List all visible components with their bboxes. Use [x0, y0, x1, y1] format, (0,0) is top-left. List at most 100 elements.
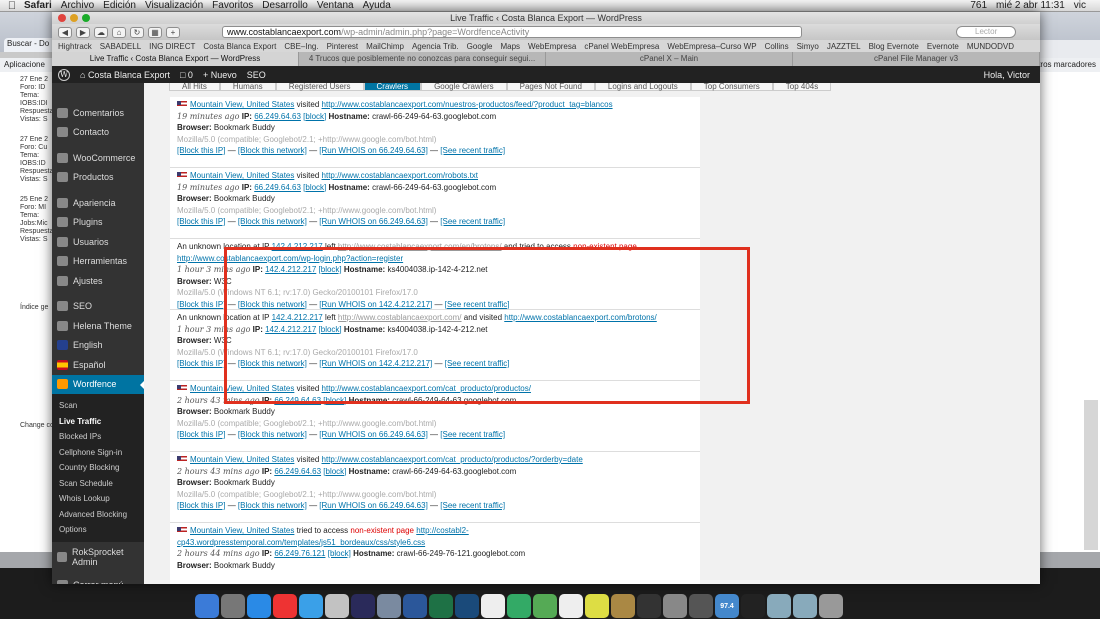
entry-ip-link[interactable]: 66.249.76.121 [274, 549, 325, 558]
address-bar[interactable]: www.costablancaexport.com/wp-admin/admin… [222, 26, 802, 38]
run-whois-link[interactable]: [Run WHOIS on 66.249.64.63] [319, 217, 428, 226]
see-recent-traffic-link[interactable]: [See recent traffic] [440, 146, 505, 155]
clock[interactable]: mié 2 abr 11:31 [996, 0, 1065, 11]
block-link[interactable]: [block] [319, 325, 342, 334]
sidebar-icon[interactable]: ▦ [148, 26, 162, 38]
finder-icon[interactable] [195, 594, 219, 618]
entry-location-link[interactable]: Mountain View, United States [190, 171, 294, 180]
history-icon[interactable]: ↻ [130, 26, 144, 38]
background-scrollbar[interactable] [1084, 400, 1098, 550]
reader-icon[interactable] [637, 594, 661, 618]
bookmark-item[interactable]: Maps [500, 42, 520, 51]
folder-b-icon[interactable] [793, 594, 817, 618]
change-link[interactable]: Change co [20, 422, 56, 430]
block-network-link[interactable]: [Block this network] [238, 359, 307, 368]
block-network-link[interactable]: [Block this network] [238, 146, 307, 155]
entry-url-link[interactable]: http://www.costablancaexport.com/cat_pro… [322, 455, 583, 464]
block-ip-link[interactable]: [Block this IP] [177, 501, 225, 510]
vm-icon[interactable]: 97.4 [715, 594, 739, 618]
run-whois-link[interactable]: [Run WHOIS on 142.4.212.217] [319, 359, 432, 368]
subtab-all-hits[interactable]: All Hits [169, 83, 220, 91]
menu-item-usuarios[interactable]: Usuarios [52, 232, 144, 252]
menu-item-woocommerce[interactable]: WooCommerce [52, 148, 144, 168]
menu-edicion[interactable]: Edición [103, 0, 145, 11]
subtab-logins-and-logouts[interactable]: Logins and Logouts [594, 83, 691, 91]
submenu-whois-lookup[interactable]: Whois Lookup [52, 491, 144, 507]
tasks-icon[interactable] [507, 594, 531, 618]
bookmark-item[interactable]: SABADELL [100, 42, 141, 51]
block-ip-link[interactable]: [Block this IP] [177, 217, 225, 226]
entry-location-link[interactable]: Mountain View, United States [190, 100, 294, 109]
subtab-top-consumers[interactable]: Top Consumers [690, 83, 773, 91]
entry-location-link[interactable]: Mountain View, United States [190, 384, 294, 393]
see-recent-traffic-link[interactable]: [See recent traffic] [440, 430, 505, 439]
block-link[interactable]: [block] [328, 549, 351, 558]
mail-app-icon[interactable] [377, 594, 401, 618]
block-ip-link[interactable]: [Block this IP] [177, 146, 225, 155]
bookmark-item[interactable]: Pinterest [327, 42, 359, 51]
forward-icon[interactable]: ▶ [76, 26, 90, 38]
entry-ip-link[interactable]: 66.249.64.63 [274, 467, 321, 476]
subtab-top-404s[interactable]: Top 404s [772, 83, 832, 91]
itunes-icon[interactable] [325, 594, 349, 618]
settings-app-icon[interactable] [663, 594, 687, 618]
block-ip-link[interactable]: [Block this IP] [177, 300, 225, 309]
entry-url-link[interactable]: http://www.costablancaexport.com/nuestro… [322, 100, 613, 109]
apps-shortcut[interactable]: Aplicacione [4, 60, 45, 69]
bookmark-item[interactable]: MailChimp [366, 42, 404, 51]
howdy-user[interactable]: Hola, Victor [984, 70, 1040, 80]
home-site-link[interactable]: ⌂ Costa Blanca Export [80, 70, 170, 80]
bookmark-item[interactable]: JAZZTEL [827, 42, 861, 51]
forum-index-link[interactable]: Índice ge [20, 304, 56, 312]
comments-count[interactable]: □ 0 [180, 70, 193, 80]
entry-ip-link[interactable]: 66.249.64.63 [254, 112, 301, 121]
menu-ventana[interactable]: Ventana [317, 0, 363, 11]
menu-item-comentarios[interactable]: Comentarios [52, 103, 144, 123]
see-recent-traffic-link[interactable]: [See recent traffic] [440, 501, 505, 510]
bookmark-item[interactable]: Google [467, 42, 493, 51]
trash-icon[interactable] [819, 594, 843, 618]
bookmark-item[interactable]: Costa Blanca Export [203, 42, 276, 51]
menu-item-plugins[interactable]: Plugins [52, 213, 144, 233]
safari-icon[interactable] [299, 594, 323, 618]
bookmark-item[interactable]: Simyo [797, 42, 819, 51]
tools-app-icon[interactable] [689, 594, 713, 618]
menu-ayuda[interactable]: Ayuda [363, 0, 400, 11]
entry-url-link[interactable]: http://www.costablancaexport.com/wp-logi… [177, 254, 403, 263]
bookmark-item[interactable]: cPanel WebEmpresa [584, 42, 659, 51]
block-link[interactable]: [block] [323, 467, 346, 476]
submenu-live-traffic[interactable]: Live Traffic [52, 414, 144, 430]
block-network-link[interactable]: [Block this network] [238, 501, 307, 510]
new-content-button[interactable]: + Nuevo [203, 70, 237, 80]
entry-location-link[interactable]: Mountain View, United States [190, 455, 294, 464]
launchpad-icon[interactable] [221, 594, 245, 618]
block-network-link[interactable]: [Block this network] [238, 430, 307, 439]
block-network-link[interactable]: [Block this network] [238, 300, 307, 309]
block-ip-link[interactable]: [Block this IP] [177, 430, 225, 439]
bookmark-item[interactable]: WebEmpresa–Curso WP [667, 42, 756, 51]
menu-item-wordfence[interactable]: Wordfence [52, 374, 144, 394]
bookmark-item[interactable]: Hightrack [58, 42, 92, 51]
menu-desarrollo[interactable]: Desarrollo [262, 0, 317, 11]
block-link[interactable]: [block] [323, 396, 346, 405]
tab-cpanel-main[interactable]: cPanel X – Main [546, 52, 793, 66]
menu-item-productos[interactable]: Productos [52, 168, 144, 188]
menu-favoritos[interactable]: Favoritos [212, 0, 262, 11]
tab-cpanel-file-manager[interactable]: cPanel File Manager v3 [793, 52, 1040, 66]
folder-a-icon[interactable] [767, 594, 791, 618]
menu-item-contacto[interactable]: Contacto [52, 123, 144, 143]
status-count[interactable]: 761 [970, 0, 987, 11]
entry-referrer-link[interactable]: http://www.costablancaexport.com/en/brot… [338, 242, 502, 251]
stickies-icon[interactable] [585, 594, 609, 618]
entry-location-link[interactable]: Mountain View, United States [190, 526, 294, 535]
background-tab[interactable]: Buscar - Do [4, 38, 56, 52]
menu-archivo[interactable]: Archivo [61, 0, 103, 11]
block-link[interactable]: [block] [303, 183, 326, 192]
subtab-pages-not-found[interactable]: Pages Not Found [506, 83, 595, 91]
entry-url-link[interactable]: http://www.costablancaexport.com/robots.… [322, 171, 479, 180]
submenu-scan-schedule[interactable]: Scan Schedule [52, 476, 144, 492]
menu-item-herramientas[interactable]: Herramientas [52, 252, 144, 272]
close-icon[interactable] [58, 14, 66, 22]
chrome-icon[interactable] [273, 594, 297, 618]
bookmark-item[interactable]: Agencia Trib. [412, 42, 459, 51]
